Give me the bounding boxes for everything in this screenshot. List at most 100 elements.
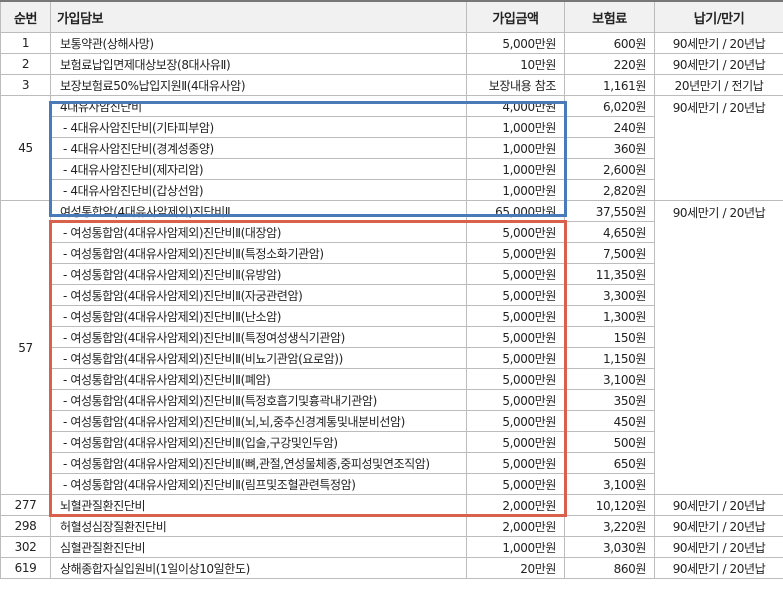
- coverage-name: - 여성통합암(4대유사암제외)진단비Ⅱ(유방암): [50, 263, 467, 285]
- coverage-name: - 여성통합암(4대유사암제외)진단비Ⅱ(특정호흡기및흉곽내기관암): [50, 389, 467, 411]
- coverage-amount: 5,000만원: [466, 410, 565, 432]
- row-number: 45: [0, 95, 51, 201]
- coverage-amount: 20만원: [466, 557, 565, 579]
- coverage-name: 허혈성심장질환진단비: [50, 515, 467, 537]
- table-row: 1 보통약관(상해사망) 5,000만원 600원 90세만기 / 20년납: [0, 32, 783, 54]
- coverage-amount: 5,000만원: [466, 452, 565, 474]
- table-row: 619 상해종합자실입원비(1일이상10일한도) 20만원 860원 90세만기 / 2…: [0, 557, 783, 579]
- coverage-premium: 6,020원: [564, 95, 655, 117]
- coverage-name: 보험료납입면제대상보장(8대사유Ⅱ): [50, 53, 467, 75]
- coverage-amount: 1,000만원: [466, 179, 565, 201]
- coverage-name: - 여성통합암(4대유사암제외)진단비Ⅱ(특정여성생식기관암): [50, 326, 467, 348]
- coverage-premium: 4,650원: [564, 221, 655, 243]
- coverage-premium: 10,120원: [564, 494, 655, 516]
- col-header-premium: 보험료: [564, 0, 655, 33]
- coverage-premium: 150원: [564, 326, 655, 348]
- coverage-name: - 여성통합암(4대유사암제외)진단비Ⅱ(대장암): [50, 221, 467, 243]
- coverage-term: 90세만기 / 20년납: [654, 200, 783, 495]
- coverage-amount: 보장내용 참조: [466, 74, 565, 96]
- coverage-premium: 500원: [564, 431, 655, 453]
- coverage-amount: 5,000만원: [466, 431, 565, 453]
- coverage-amount: 5,000만원: [466, 221, 565, 243]
- coverage-amount: 5,000만원: [466, 242, 565, 264]
- coverage-name: 보장보험료50%납입지원Ⅱ(4대유사암): [50, 74, 467, 96]
- col-header-no: 순번: [0, 0, 51, 33]
- coverage-name: 뇌혈관질환진단비: [50, 494, 467, 516]
- coverage-name: 보통약관(상해사망): [50, 32, 467, 54]
- coverage-amount: 5,000만원: [466, 263, 565, 285]
- coverage-name: - 여성통합암(4대유사암제외)진단비Ⅱ(자궁관련암): [50, 284, 467, 306]
- coverage-amount: 5,000만원: [466, 326, 565, 348]
- coverage-premium: 1,300원: [564, 305, 655, 327]
- coverage-name: 상해종합자실입원비(1일이상10일한도): [50, 557, 467, 579]
- coverage-term: 90세만기 / 20년납: [654, 515, 783, 537]
- coverage-term: 90세만기 / 20년납: [654, 53, 783, 75]
- coverage-amount: 10만원: [466, 53, 565, 75]
- row-number: 2: [0, 53, 51, 75]
- col-header-amount: 가입금액: [466, 0, 565, 33]
- table-row: 45 4대유사암진단비 4,000만원 6,020원 90세만기 / 20년납: [0, 95, 783, 201]
- coverage-term: 90세만기 / 20년납: [654, 494, 783, 516]
- coverage-premium: 3,030원: [564, 536, 655, 558]
- coverage-amount: 1,000만원: [466, 137, 565, 159]
- coverage-term: 90세만기 / 20년납: [654, 557, 783, 579]
- coverage-name: - 여성통합암(4대유사암제외)진단비Ⅱ(비뇨기관암(요로암)): [50, 347, 467, 369]
- row-number: 57: [0, 200, 51, 495]
- table-row: 277 뇌혈관질환진단비 2,000만원 10,120원 90세만기 / 20년납: [0, 494, 783, 516]
- coverage-amount: 5,000만원: [466, 347, 565, 369]
- coverage-premium: 7,500원: [564, 242, 655, 264]
- coverage-name: - 4대유사암진단비(기타피부암): [50, 116, 467, 138]
- coverage-amount: 65,000만원: [466, 200, 565, 222]
- row-number: 619: [0, 557, 51, 579]
- coverage-premium: 2,600원: [564, 158, 655, 180]
- coverage-amount: 5,000만원: [466, 368, 565, 390]
- coverage-table: 순번 가입담보 가입금액 보험료 납기/만기 1 보통약관(상해사망) 5,000만…: [0, 0, 783, 579]
- coverage-name: - 여성통합암(4대유사암제외)진단비Ⅱ(폐암): [50, 368, 467, 390]
- coverage-premium: 220원: [564, 53, 655, 75]
- coverage-name: 4대유사암진단비: [50, 95, 467, 117]
- coverage-amount: 5,000만원: [466, 473, 565, 495]
- coverage-name: - 여성통합암(4대유사암제외)진단비Ⅱ(난소암): [50, 305, 467, 327]
- coverage-premium: 350원: [564, 389, 655, 411]
- coverage-premium: 2,820원: [564, 179, 655, 201]
- table-row: 3 보장보험료50%납입지원Ⅱ(4대유사암) 보장내용 참조 1,161원 20년만기 …: [0, 74, 783, 96]
- coverage-amount: 2,000만원: [466, 494, 565, 516]
- coverage-name: - 여성통합암(4대유사암제외)진단비Ⅱ(뇌,뇌,중추신경계통및내분비선암): [50, 410, 467, 432]
- coverage-name: - 4대유사암진단비(경계성종양): [50, 137, 467, 159]
- coverage-premium: 11,350원: [564, 263, 655, 285]
- coverage-amount: 1,000만원: [466, 536, 565, 558]
- coverage-premium: 360원: [564, 137, 655, 159]
- table-header-row: 순번 가입담보 가입금액 보험료 납기/만기: [0, 0, 783, 33]
- coverage-term: 20년만기 / 전기납: [654, 74, 783, 96]
- coverage-name: - 4대유사암진단비(제자리암): [50, 158, 467, 180]
- row-number: 277: [0, 494, 51, 516]
- coverage-premium: 450원: [564, 410, 655, 432]
- coverage-name: - 여성통합암(4대유사암제외)진단비Ⅱ(림프및조혈관련특정암): [50, 473, 467, 495]
- coverage-premium: 3,220원: [564, 515, 655, 537]
- coverage-premium: 37,550원: [564, 200, 655, 222]
- col-header-term: 납기/만기: [654, 0, 783, 33]
- row-number: 302: [0, 536, 51, 558]
- table-row: 2 보험료납입면제대상보장(8대사유Ⅱ) 10만원 220원 90세만기 / 20년납: [0, 53, 783, 75]
- coverage-premium: 860원: [564, 557, 655, 579]
- table-row: 57 여성통합암(4대유사암제외)진단비Ⅱ 65,000만원 37,550원 90세만기…: [0, 200, 783, 495]
- coverage-amount: 4,000만원: [466, 95, 565, 117]
- coverage-premium: 240원: [564, 116, 655, 138]
- table-row: 302 심혈관질환진단비 1,000만원 3,030원 90세만기 / 20년납: [0, 536, 783, 558]
- coverage-amount: 1,000만원: [466, 158, 565, 180]
- row-number: 298: [0, 515, 51, 537]
- coverage-amount: 5,000만원: [466, 284, 565, 306]
- coverage-amount: 2,000만원: [466, 515, 565, 537]
- coverage-premium: 3,300원: [564, 284, 655, 306]
- col-header-coverage: 가입담보: [50, 0, 467, 33]
- coverage-name: - 여성통합암(4대유사암제외)진단비Ⅱ(뼈,관절,연성물체종,중피성및연조직암…: [50, 452, 467, 474]
- coverage-amount: 1,000만원: [466, 116, 565, 138]
- coverage-amount: 5,000만원: [466, 305, 565, 327]
- coverage-name: - 여성통합암(4대유사암제외)진단비Ⅱ(입술,구강및인두암): [50, 431, 467, 453]
- coverage-premium: 1,161원: [564, 74, 655, 96]
- table-body: 1 보통약관(상해사망) 5,000만원 600원 90세만기 / 20년납 2 보험료납입…: [0, 32, 783, 579]
- coverage-term: 90세만기 / 20년납: [654, 32, 783, 54]
- row-number: 1: [0, 32, 51, 54]
- coverage-name: - 4대유사암진단비(갑상선암): [50, 179, 467, 201]
- coverage-name: 심혈관질환진단비: [50, 536, 467, 558]
